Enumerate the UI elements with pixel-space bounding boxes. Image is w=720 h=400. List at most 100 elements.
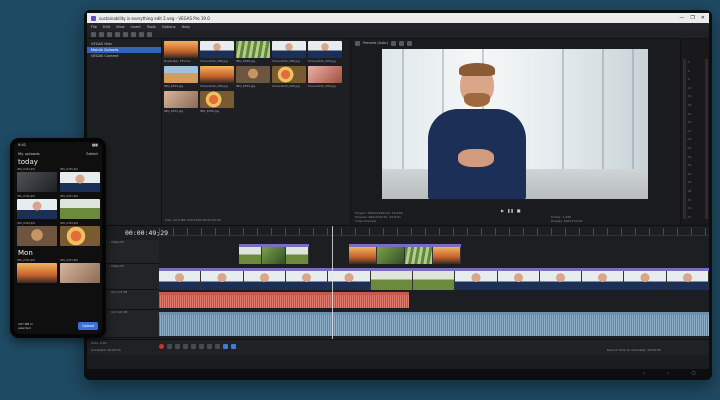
media-status: Size: 22.8 MB 720x1280 00:00:06:06	[165, 218, 221, 222]
media-thumbnail[interactable]: IMG_6352.jpg	[236, 66, 270, 88]
phone-upload-button[interactable]: Upload	[78, 322, 98, 330]
phone-grid-today: IMG_6344.JPG IMG_6345.JPG IMG_6346.JPG IMG_…	[14, 168, 102, 246]
media-thumbnail[interactable]: Duplicate...TE.mov	[164, 41, 198, 63]
media-thumbnail[interactable]: Screenshot_200.jpg	[308, 41, 342, 63]
phone-select-button[interactable]: Select	[86, 151, 98, 156]
undo-icon[interactable]	[123, 31, 128, 37]
maximize-button[interactable]: ❐	[690, 15, 694, 21]
media-thumbnails-panel: Duplicate...TE.mov Screenshot_200.jpg IMG_…	[162, 39, 350, 225]
snapshot-icon[interactable]	[406, 40, 412, 46]
video-clip[interactable]	[239, 244, 309, 264]
media-thumbnail[interactable]: Screenshot_200.jpg	[200, 66, 234, 88]
play-icon[interactable]	[183, 344, 188, 349]
meter-scale-tick: -6	[687, 69, 690, 73]
monitor-arrow-left-icon[interactable]: ‹	[642, 370, 644, 378]
media-thumbnail[interactable]: IMG_6356.jpg	[200, 91, 234, 113]
phone-thumbnail[interactable]: IMG_6349.JPG	[60, 222, 100, 246]
split-screen-icon[interactable]	[390, 40, 396, 46]
timeline-panel: 00:00:49;29 Video FX Video FX Vol: 0.0 d…	[87, 225, 709, 355]
meter-scale-tick: -33	[687, 146, 692, 150]
menu-insert[interactable]: Insert	[131, 25, 141, 29]
snapping-icon[interactable]	[223, 344, 228, 349]
clip-frame	[159, 271, 202, 290]
pause-icon[interactable]	[191, 344, 196, 349]
clip-frame	[539, 271, 583, 290]
playhead-cursor[interactable]	[332, 226, 333, 344]
phone-time: 9:41	[18, 143, 27, 147]
pause-icon[interactable]: ❚❚	[507, 208, 514, 213]
save-icon[interactable]	[107, 31, 112, 37]
thumbnail-image	[17, 226, 57, 246]
menu-help[interactable]: Help	[182, 25, 190, 29]
overlay-icon[interactable]	[398, 40, 404, 46]
loop-icon[interactable]	[167, 344, 172, 349]
thumbnail-caption: Screenshot_200.jpg	[200, 59, 228, 63]
render-icon[interactable]	[115, 31, 120, 37]
menu-view[interactable]: View	[116, 25, 125, 29]
record-icon[interactable]	[159, 344, 164, 349]
media-thumbnail[interactable]: Screenshot_200.jpg	[308, 66, 342, 88]
menu-file[interactable]: File	[91, 25, 97, 29]
media-thumbnail[interactable]: IMG_6354.jpg	[164, 66, 198, 88]
thumbnail-image	[17, 263, 57, 283]
media-thumbnail[interactable]: Screenshot_200.jpg	[272, 66, 306, 88]
thumbnail-caption: IMG_6356.jpg	[200, 109, 220, 113]
auto-ripple-icon[interactable]	[231, 344, 236, 349]
preview-settings-icon[interactable]	[355, 40, 360, 46]
phone-thumbnail[interactable]: IMG_6347.JPG	[60, 195, 100, 219]
menu-options[interactable]: Options	[162, 25, 176, 29]
play-from-start-icon[interactable]	[175, 344, 180, 349]
redo-icon[interactable]	[131, 31, 136, 37]
phone-thumbnail[interactable]: IMG_6344.JPG	[17, 168, 57, 192]
meter-scale-tick: -45	[687, 181, 692, 185]
thumbnail-caption: IMG_6348.jpg	[236, 59, 256, 63]
video-clip-speaker[interactable]	[159, 268, 709, 290]
new-project-icon[interactable]	[91, 31, 96, 37]
preview-info-right: Frame: 1,498 Display: 662x372x32	[551, 215, 583, 223]
monitor-arrow-right-icon[interactable]: ›	[667, 370, 669, 378]
timeline-ruler[interactable]	[159, 228, 709, 236]
open-icon[interactable]	[99, 31, 104, 37]
media-thumbnail[interactable]: Screenshot_200.jpg	[272, 41, 306, 63]
phone-thumbnail[interactable]: IMG_6345.JPG	[60, 168, 100, 192]
media-thumbnail[interactable]: Screenshot_200.jpg	[200, 41, 234, 63]
edit-tool-icon[interactable]	[139, 31, 144, 37]
close-button[interactable]: ✕	[701, 15, 705, 21]
envelope-tool-icon[interactable]	[147, 31, 152, 37]
minimize-button[interactable]: —	[679, 15, 684, 21]
meter-scale-tick: -54	[687, 207, 692, 211]
next-frame-icon[interactable]	[215, 344, 220, 349]
phone-uploads-title[interactable]: My uploads	[18, 151, 40, 156]
stop-icon[interactable]	[199, 344, 204, 349]
phone-thumbnail[interactable]: IMG_6346.JPG	[17, 195, 57, 219]
stop-icon[interactable]: ■	[517, 208, 521, 213]
phone-device: 9:41 ▮▮▮ My uploads Select today IMG_634…	[10, 138, 106, 338]
monitor-power-icon[interactable]: ⏻	[691, 370, 696, 378]
prev-frame-icon[interactable]	[207, 344, 212, 349]
tree-item-vegas-content[interactable]: VEGAS Content	[87, 53, 161, 59]
clip-frame	[243, 271, 286, 290]
clip-frame	[201, 271, 244, 290]
thumbnail-image	[272, 66, 306, 83]
phone-thumbnail[interactable]: IMG_6348.JPG	[17, 222, 57, 246]
meter-right	[705, 59, 708, 219]
audio-track-2	[159, 312, 709, 336]
thumbnail-image	[200, 66, 234, 83]
video-track-1	[159, 244, 709, 264]
preview-toolbar: Preview (Auto)	[351, 39, 680, 47]
thumbnail-image	[17, 172, 57, 192]
menu-tools[interactable]: Tools	[147, 25, 156, 29]
play-icon[interactable]: ▶	[501, 208, 504, 213]
phone-status-bar: 9:41 ▮▮▮	[14, 142, 102, 149]
phone-thumbnail[interactable]: IMG_6351.JPG	[60, 259, 100, 283]
media-thumbnail[interactable]: IMG_6355.jpg	[164, 91, 198, 113]
menu-edit[interactable]: Edit	[103, 25, 110, 29]
phone-thumbnail[interactable]: IMG_6350.JPG	[17, 259, 57, 283]
audio-clip[interactable]	[159, 292, 409, 308]
media-thumbnail[interactable]: IMG_6348.jpg	[236, 41, 270, 63]
preview-quality[interactable]: Preview (Auto)	[363, 41, 388, 45]
video-clip[interactable]	[349, 244, 461, 264]
monitor-buttons: ‹ › ⏻	[642, 370, 696, 378]
vegas-window: sustainability is everything edit 2.veg …	[87, 13, 709, 369]
music-audio-clip[interactable]	[159, 312, 709, 336]
